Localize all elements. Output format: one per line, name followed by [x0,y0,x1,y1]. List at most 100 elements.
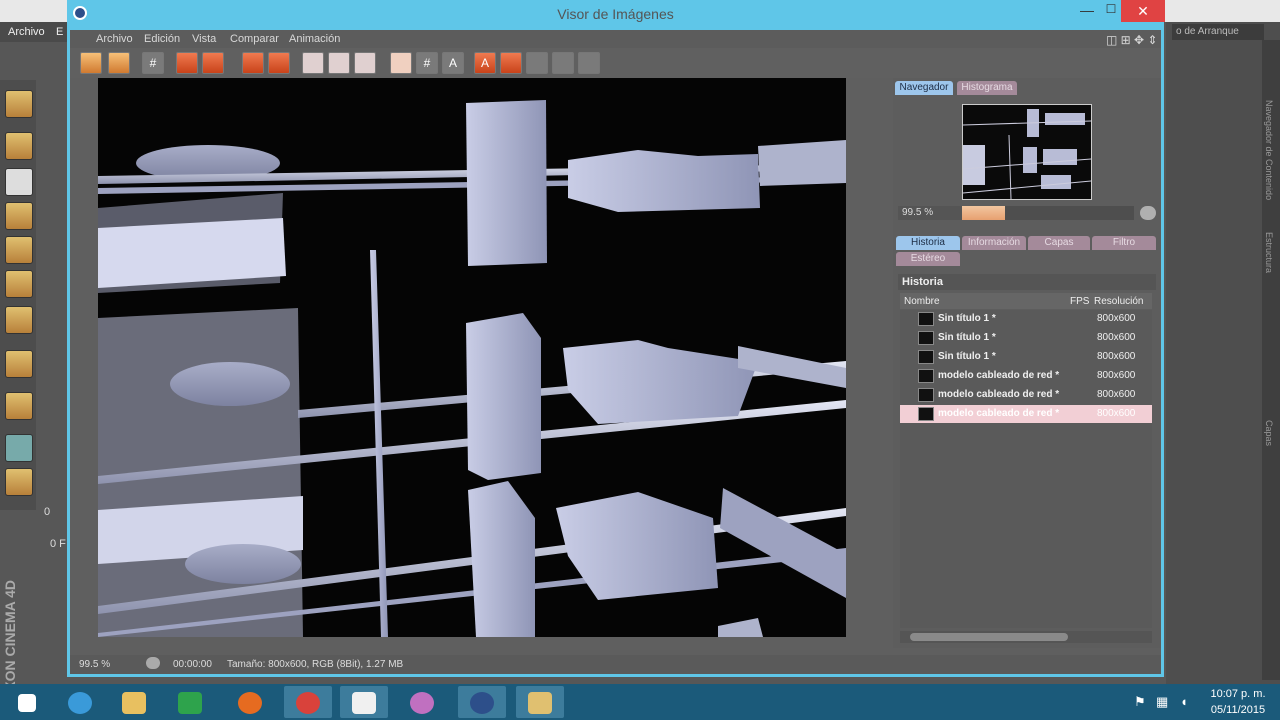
region-2-icon[interactable] [328,52,350,74]
maximize-button[interactable]: ☐ [1099,2,1123,22]
menu-vista[interactable]: Vista [192,33,216,45]
tab-historia[interactable]: Historia [896,236,960,250]
taskbar-ie[interactable] [56,686,104,718]
stop-icon[interactable] [242,52,264,74]
menu-comparar[interactable]: Comparar [230,33,279,45]
history-row[interactable]: Sin título 1 * 800x600 [900,348,1152,366]
region-3-icon[interactable] [354,52,376,74]
box-3-icon[interactable] [5,306,33,334]
firefox-icon [238,692,262,714]
compare-3-icon[interactable] [578,52,600,74]
layout-icon[interactable]: ◫ ⊞ ✥ ⇕ [1106,33,1158,47]
render-viewport[interactable] [98,78,846,637]
taskbar-cinema4d[interactable] [458,686,506,718]
history-row-name: modelo cableado de red * [938,370,1060,381]
taskbar-firefox[interactable] [226,686,274,718]
stop-all-icon[interactable] [268,52,290,74]
status-info: Tamaño: 800x600, RGB (8Bit), 1.27 MB [227,659,404,670]
tray-flag-icon[interactable]: ⚑ [1134,694,1146,710]
compare-icon[interactable] [526,52,548,74]
save-icon[interactable] [108,52,130,74]
history-list: Sin título 1 * 800x600 Sin título 1 * 80… [900,310,1152,628]
clock-time[interactable]: 10:07 p. m. [1208,688,1268,700]
zoom-field[interactable]: 99.5 % [898,206,962,220]
cube-icon[interactable] [5,132,33,160]
taskbar-chrome[interactable] [284,686,332,718]
history-row-selected[interactable]: modelo cableado de red * 800x600 [900,405,1152,423]
render-all-icon[interactable] [202,52,224,74]
menu-archivo[interactable]: Archivo [96,33,133,45]
history-scrollbar-thumb[interactable] [910,633,1068,641]
tab-estereo[interactable]: Estéreo [896,252,960,266]
undo-icon[interactable] [5,90,33,118]
menu-edicion[interactable]: Edición [144,33,180,45]
history-row[interactable]: modelo cableado de red * 800x600 [900,367,1152,385]
history-row-name: Sin título 1 * [938,332,996,343]
tab-filtro[interactable]: Filtro [1092,236,1156,250]
plane-icon[interactable] [5,202,33,230]
gear-tool-icon[interactable] [5,468,33,496]
bg-menu-edit[interactable]: E [56,26,63,38]
box-icon[interactable] [5,236,33,264]
bg-menu-archivo[interactable]: Archivo [8,26,45,38]
layout-dropdown[interactable]: o de Arranque [1172,24,1264,40]
history-row[interactable]: Sin título 1 * 800x600 [900,310,1152,328]
tab-informacion[interactable]: Información [962,236,1026,250]
window-titlebar[interactable]: Visor de Imágenes — ☐ ✕ [67,0,1165,30]
tab-navegador[interactable]: Navegador [895,81,953,95]
toolbar: # # A A [70,48,1161,78]
close-button[interactable]: ✕ [1121,0,1165,22]
region-icon[interactable] [302,52,324,74]
tab-capas[interactable]: Capas [1028,236,1090,250]
grid-tool-icon[interactable] [5,434,33,462]
thumbnail-icon [918,369,934,383]
grid-icon[interactable]: # [142,52,164,74]
vtab-content-browser[interactable]: Navegador de Contenido [1264,100,1274,200]
vtab-layers[interactable]: Capas [1264,420,1274,446]
column-nombre[interactable]: Nombre [904,296,940,307]
taskbar-camtasia[interactable] [340,686,388,718]
taskbar-paint[interactable] [398,686,446,718]
magnet-icon[interactable] [5,392,33,420]
camtasia-icon [352,692,376,714]
grid-2-icon[interactable]: # [416,52,438,74]
minimize-button[interactable]: — [1075,2,1099,22]
menu-animacion[interactable]: Animación [289,33,340,45]
volume-icon[interactable]: ◖ [1180,694,1188,709]
filter-2-icon[interactable] [500,52,522,74]
compare-2-icon[interactable] [552,52,574,74]
column-fps[interactable]: FPS [1070,296,1089,307]
checker-icon[interactable] [5,168,33,196]
history-header: Historia [898,274,1156,290]
history-row-res: 800x600 [1097,408,1136,419]
window-menubar: Archivo Edición Vista Comparar Animación… [70,30,1161,48]
network-icon[interactable]: ▦ [1156,694,1168,710]
vtab-structure[interactable]: Estructura [1264,232,1274,273]
frame-field[interactable]: 0 [44,506,50,518]
play-icon[interactable] [146,657,160,669]
text-icon[interactable]: A [442,52,464,74]
axis-icon[interactable] [5,350,33,378]
clock-date[interactable]: 05/11/2015 [1208,704,1268,716]
thumbnail-icon [918,312,934,326]
taskbar-store[interactable] [166,686,214,718]
history-row-name: modelo cableado de red * [938,408,1060,419]
status-time: 00:00:00 [173,659,212,670]
taskbar-explorer[interactable] [110,686,158,718]
column-resolucion[interactable]: Resolución [1094,296,1143,307]
zoom-reset-button[interactable] [1140,206,1156,220]
render-icon[interactable] [176,52,198,74]
start-button[interactable] [4,686,52,718]
open-icon[interactable] [80,52,102,74]
tab-histograma[interactable]: Histograma [957,81,1017,95]
taskbar-picture-viewer[interactable] [516,686,564,718]
navigator-thumbnail[interactable] [962,104,1092,200]
history-row[interactable]: modelo cableado de red * 800x600 [900,386,1152,404]
windows-icon [18,694,36,712]
status-zoom[interactable]: 99.5 % [79,659,110,670]
frame-field-2[interactable]: 0 F [50,538,66,550]
history-row[interactable]: Sin título 1 * 800x600 [900,329,1152,347]
filter-icon[interactable]: A [474,52,496,74]
box-2-icon[interactable] [5,270,33,298]
channel-icon[interactable] [390,52,412,74]
